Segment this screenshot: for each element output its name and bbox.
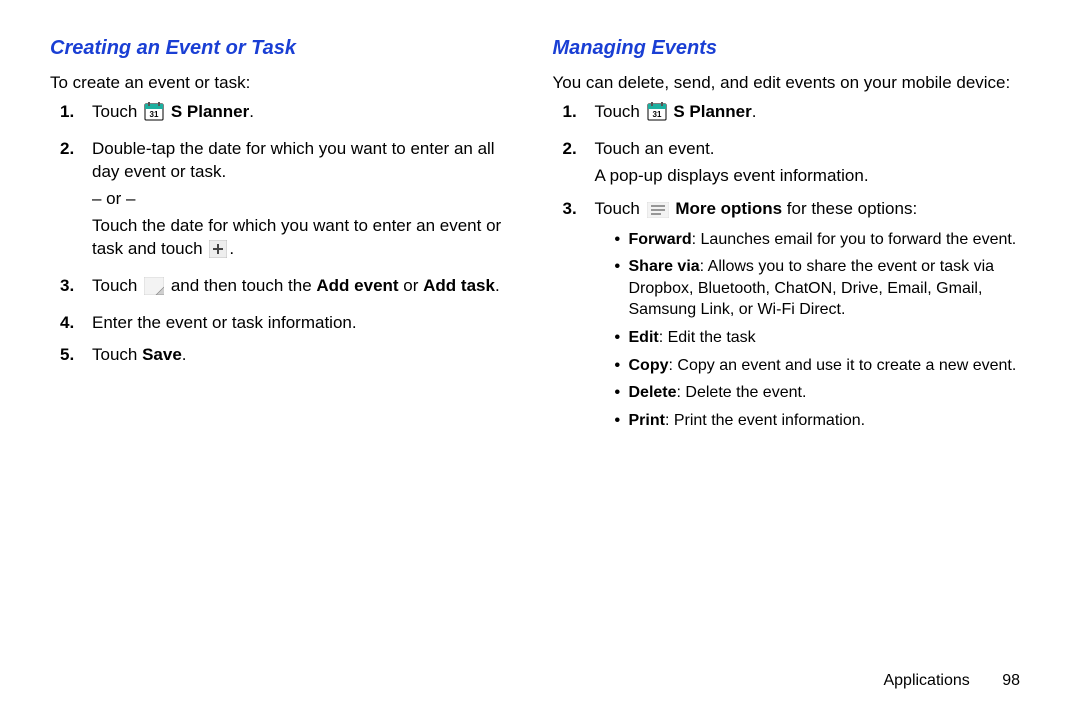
page-number: 98 (1002, 670, 1020, 692)
step-5-left: 5. Touch Save. (50, 344, 518, 371)
step-number: 5. (50, 344, 92, 367)
footer-section: Applications (883, 672, 969, 689)
or-separator: – or – (92, 188, 518, 211)
step-text: A pop-up displays event information. (595, 165, 1036, 188)
step-number: 3. (553, 198, 595, 221)
label-save: Save (142, 345, 182, 364)
step-number: 4. (50, 312, 92, 335)
heading-creating: Creating an Event or Task (50, 35, 518, 62)
manual-page: Creating an Event or Task To create an e… (0, 0, 1080, 720)
option-copy: Copy: Copy an event and use it to create… (615, 355, 1036, 377)
lead-left: To create an event or task: (50, 72, 518, 95)
step-number: 1. (50, 101, 92, 124)
step-text: Enter the event or task information. (92, 312, 518, 335)
app-name: S Planner (171, 102, 249, 121)
step-text: . (182, 345, 187, 364)
option-share: Share via: Allows you to share the event… (615, 256, 1036, 321)
step-text: Touch the date for which you want to ent… (92, 216, 501, 258)
page-footer: Applications 98 (883, 670, 1020, 692)
step-3-left: 3. Touch and then touch the Add event or… (50, 275, 518, 306)
step-text: . (495, 276, 500, 295)
step-number: 2. (553, 138, 595, 161)
calendar-icon: 31 (647, 101, 667, 128)
option-delete: Delete: Delete the event. (615, 382, 1036, 404)
steps-right: 1. Touch 31 S (553, 101, 1036, 438)
step-text: Touch (595, 199, 645, 218)
page-fold-icon (144, 277, 164, 302)
step-2-right: 2. Touch an event. A pop-up displays eve… (553, 138, 1036, 192)
step-text: Touch (595, 102, 645, 121)
step-text: Double-tap the date for which you want t… (92, 138, 518, 184)
calendar-icon: 31 (144, 101, 164, 128)
step-3-right: 3. Touch More options for thes (553, 198, 1036, 438)
step-1-right: 1. Touch 31 S (553, 101, 1036, 132)
step-number: 1. (553, 101, 595, 124)
step-1-left: 1. Touch 31 S (50, 101, 518, 132)
option-forward: Forward: Launches email for you to forwa… (615, 229, 1036, 251)
svg-text:31: 31 (652, 110, 661, 119)
label-addtask: Add task (423, 276, 495, 295)
lead-right: You can delete, send, and edit events on… (553, 72, 1036, 95)
label-addevent: Add event (316, 276, 398, 295)
options-list: Forward: Launches email for you to forwa… (615, 229, 1036, 432)
step-number: 3. (50, 275, 92, 298)
step-text: for these options: (782, 199, 917, 218)
step-text: Touch (92, 102, 142, 121)
step-text: Touch (92, 276, 142, 295)
step-text: . (229, 239, 234, 258)
svg-text:31: 31 (150, 110, 159, 119)
step-text: . (752, 102, 757, 121)
step-text: or (399, 276, 424, 295)
step-4-left: 4. Enter the event or task information. (50, 312, 518, 339)
option-print: Print: Print the event information. (615, 410, 1036, 432)
app-name: S Planner (673, 102, 751, 121)
step-number: 2. (50, 138, 92, 161)
step-text: . (249, 102, 254, 121)
plus-icon (209, 240, 227, 265)
more-options-icon (647, 202, 669, 225)
steps-left: 1. Touch 31 S (50, 101, 518, 371)
option-edit: Edit: Edit the task (615, 327, 1036, 349)
step-text: and then touch the (171, 276, 317, 295)
left-column: Creating an Event or Task To create an e… (50, 35, 548, 700)
heading-managing: Managing Events (553, 35, 1036, 62)
label-moreoptions: More options (675, 199, 782, 218)
step-2-left: 2. Double-tap the date for which you wan… (50, 138, 518, 269)
step-text: Touch an event. (595, 138, 1036, 161)
right-column: Managing Events You can delete, send, an… (548, 35, 1046, 700)
step-text: Touch (92, 345, 142, 364)
